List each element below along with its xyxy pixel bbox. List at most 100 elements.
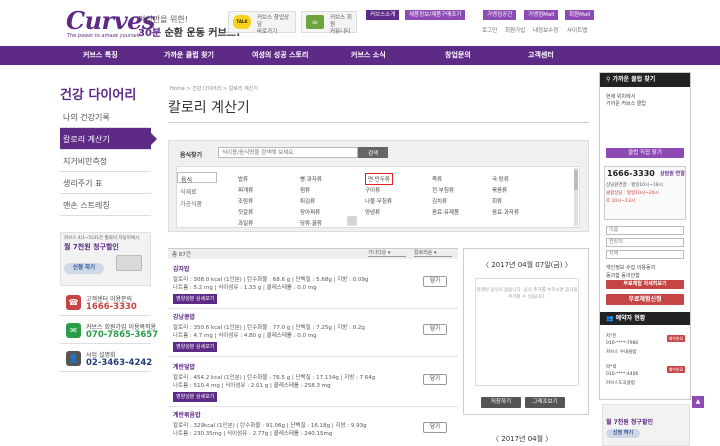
food-name[interactable]: 계란덮밥: [173, 362, 195, 371]
sort-calorie-select[interactable]: 칼로리순 ▾: [414, 249, 452, 257]
sidebar-item-stretching[interactable]: 맨손 스트레칭: [60, 194, 151, 216]
save-button[interactable]: 저장하기: [481, 397, 521, 408]
reservation-header: 👥 예약자 현황: [600, 312, 690, 325]
top-tab-about[interactable]: 커브스소개: [366, 10, 400, 20]
top-tab-franchise-mall[interactable]: 가맹점Mall: [524, 10, 559, 20]
active-arrow-icon: [151, 133, 157, 145]
signup-link[interactable]: 회원가입: [505, 26, 525, 34]
top-tab-products[interactable]: 제품정보/제품구매조기: [405, 10, 466, 20]
category-tab-ingredient[interactable]: 식재료: [177, 185, 217, 196]
graph-button[interactable]: 그래프보기: [525, 397, 565, 408]
category-tab-food[interactable]: 음식: [177, 172, 217, 184]
club-search-button[interactable]: 클럽 직접 찾기: [606, 148, 684, 158]
trial-detail-button[interactable]: 무료체험 자세히보기: [606, 280, 684, 289]
category-item[interactable]: 나물·무침류: [365, 197, 392, 205]
category-item[interactable]: 밥류: [238, 175, 248, 183]
contact-business-briefing[interactable]: 👤 사업 설명회 02-3463-4242: [60, 348, 153, 372]
category-item[interactable]: 죽류: [432, 175, 442, 183]
sidebar-discount-banner[interactable]: 커브스 4/1~5/31은 월회비 자동이체시 월 7천원 청구할인 신청 하기: [60, 232, 151, 286]
resv-status-badge: 예약완료: [667, 366, 685, 373]
cafe-promo[interactable]: ☕ 커브스 회원 커뮤니티: [301, 11, 357, 35]
edit-info-link[interactable]: 내정보수정: [533, 26, 558, 34]
category-item[interactable]: 국·탕류: [492, 175, 509, 183]
club-text-1: 현재 위치에서: [606, 94, 636, 100]
category-item[interactable]: 빵·과자류: [300, 175, 322, 183]
club-text-2: 가까운 커브스 클럽: [606, 101, 646, 107]
agree-radios[interactable]: 동의함 동의안함: [606, 272, 640, 279]
category-item[interactable]: 튀김류: [300, 197, 315, 205]
diary-month-text: 2017년 04월: [501, 435, 544, 443]
region-field[interactable]: 지역: [606, 250, 684, 259]
sort-alpha-select[interactable]: 가나다순 ▾: [368, 249, 406, 257]
banner-big-text: 월 7천원 청구할인: [64, 243, 119, 251]
hours-2: 클럽상담 : 평일10시~20시: [606, 191, 659, 196]
trial-apply-button[interactable]: 무료체험신청: [606, 294, 684, 305]
food-name[interactable]: 감자밥: [173, 264, 190, 273]
contact-number: 02-3463-4242: [86, 358, 153, 368]
sidebar-item-health-record[interactable]: 나의 건강기록: [60, 106, 151, 128]
banner-apply-button[interactable]: 신청 하기: [64, 263, 104, 274]
cafe-cup-icon: ☕: [306, 15, 324, 29]
resv-status-badge: 예약완료: [667, 335, 685, 342]
food-nutrition-line1: 칼로리 : 350.6 kcal (1인분) | 탄수화물 : 77.0 g |…: [173, 325, 365, 331]
gnb-success-story[interactable]: 여성의 성공 스토리: [252, 50, 308, 60]
diary-date-text: 2017년 04월 07일(금): [491, 261, 563, 269]
right-discount-banner[interactable]: 월 7천원 청구할인 신청 하기: [602, 404, 690, 446]
scroll-top-icon[interactable]: ▲: [692, 396, 704, 408]
contact-customer-center[interactable]: ☎ 고객센터 이용문의 1666-3330: [60, 292, 151, 316]
top-tab-member-mall[interactable]: 회원Mall: [565, 10, 595, 20]
search-button[interactable]: 검색: [358, 147, 388, 158]
sidebar-item-period-chart[interactable]: 생리주기 표: [60, 172, 151, 194]
add-food-button[interactable]: 담기: [423, 422, 447, 433]
contact-membership[interactable]: ✉ 커브스 회원가입 이용목적용 070-7865-3657: [60, 320, 158, 344]
add-food-button[interactable]: 담기: [423, 374, 447, 385]
nutrition-detail-button[interactable]: 영양성분 상세보기: [173, 392, 218, 402]
top-tab-franchise[interactable]: 가맹점공간: [483, 10, 517, 20]
name-field[interactable]: 이름: [606, 226, 684, 235]
category-tab-processed[interactable]: 가공식품: [177, 197, 217, 208]
category-item[interactable]: 김치류: [432, 197, 447, 205]
add-food-button[interactable]: 담기: [423, 276, 447, 287]
category-item[interactable]: 음료·유제품: [432, 208, 459, 216]
row-divider: [168, 308, 458, 309]
gnb-news[interactable]: 커브스 소식: [351, 50, 386, 60]
nutrition-detail-button[interactable]: 영양성분 상세보기: [173, 294, 218, 304]
login-link[interactable]: 로그인: [482, 26, 497, 34]
diary-date: 〈 2017년 04월 07일(금) 〉: [482, 261, 572, 269]
gnb-customer-center[interactable]: 고객센터: [528, 50, 554, 60]
sidebar-item-obesity[interactable]: 지거비만측정: [60, 150, 151, 172]
category-scroll-thumb[interactable]: [574, 170, 578, 190]
right-banner-button[interactable]: 신청 하기: [606, 429, 640, 438]
category-item[interactable]: 볶음류: [492, 186, 507, 194]
category-item[interactable]: 회류: [492, 197, 502, 205]
gnb-find-club[interactable]: 가까운 클럽 찾기: [164, 50, 214, 60]
food-name[interactable]: 강낭콩밥: [173, 312, 195, 321]
gnb-features[interactable]: 커브스 특징: [83, 50, 118, 60]
category-item[interactable]: 찌개류: [238, 186, 253, 194]
category-item[interactable]: 양념류: [365, 208, 380, 216]
category-item[interactable]: 찜류: [300, 186, 310, 194]
gnb-franchise[interactable]: 창업문의: [445, 50, 471, 60]
category-item[interactable]: 장아찌류: [300, 208, 320, 216]
contact-number: 1666-3330: [86, 302, 137, 312]
category-item[interactable]: 구이류: [365, 186, 380, 194]
category-item[interactable]: 면·만두류: [365, 173, 393, 185]
category-item[interactable]: 조림류: [238, 197, 253, 205]
category-item[interactable]: 과일류: [238, 219, 253, 227]
food-search-input[interactable]: [218, 147, 358, 158]
category-item[interactable]: 젓갈류: [238, 208, 253, 216]
sidebar-item-calorie-calculator[interactable]: 칼로리 계산기: [60, 128, 157, 150]
category-item[interactable]: 당류·꿀류: [300, 219, 322, 227]
nutrition-detail-button[interactable]: 영양성분 상세보기: [173, 342, 218, 352]
page-title: 칼로리 계산기: [168, 100, 250, 116]
food-nutrition-line2: 나트륨 : 4.7 mg | 식이섬유 : 4.80 g | 콜레스테롤 : 0…: [173, 333, 317, 339]
kakao-talk-promo[interactable]: TALK 커브스 창업상담 바로가기: [228, 11, 296, 35]
resv-club: 커브스도곡클럽: [606, 381, 635, 386]
phone-field[interactable]: 연락처: [606, 238, 684, 247]
sitemap-link[interactable]: 사이트맵: [567, 26, 587, 34]
row-divider: [168, 406, 458, 407]
food-name[interactable]: 계란볶음밥: [173, 410, 201, 419]
add-food-button[interactable]: 담기: [423, 324, 447, 335]
category-item[interactable]: 전·부침류: [432, 186, 454, 194]
category-item[interactable]: 음료·과자류: [492, 208, 519, 216]
